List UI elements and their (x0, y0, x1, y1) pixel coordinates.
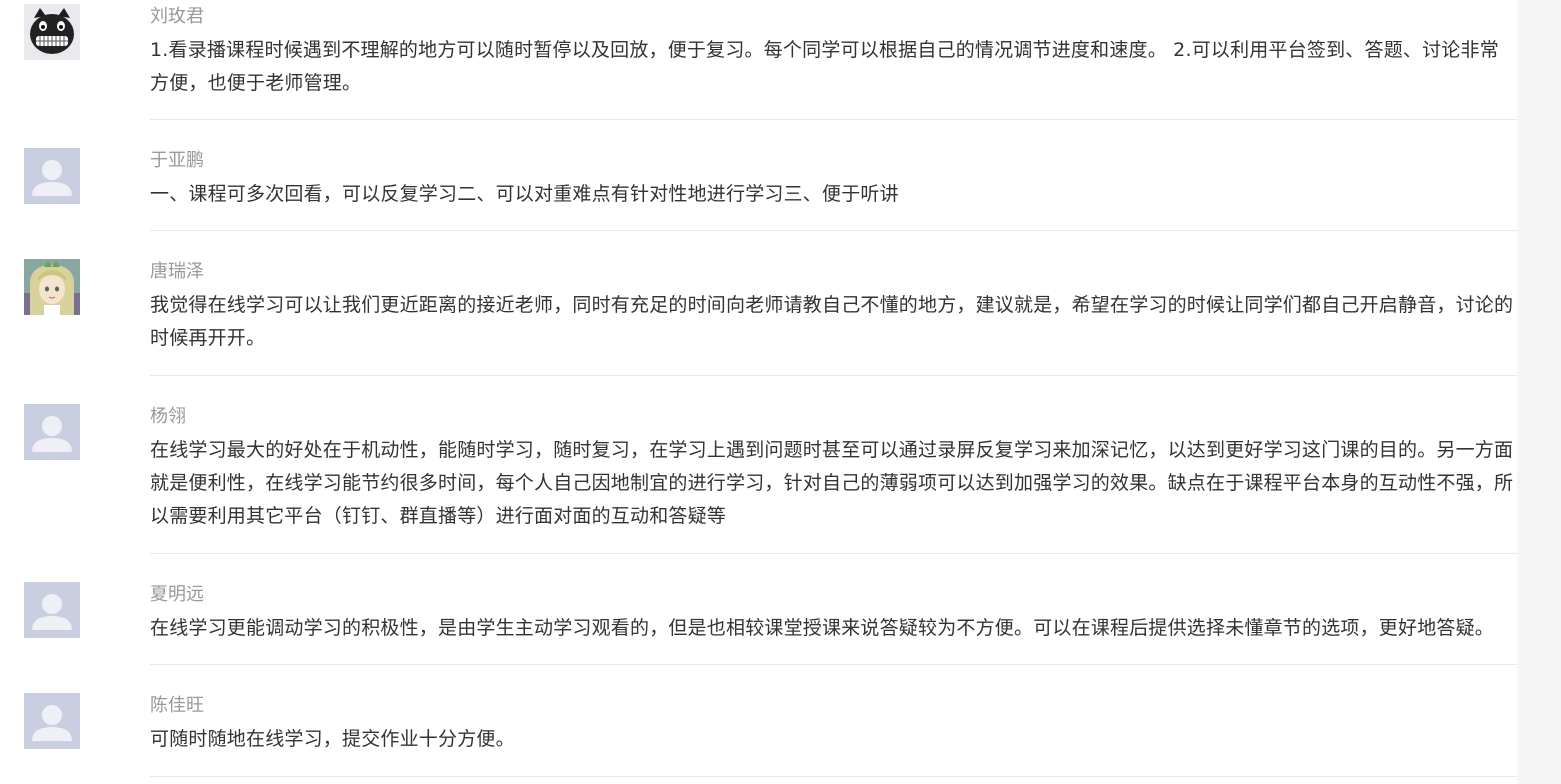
default-person-avatar[interactable] (24, 693, 80, 749)
comment-author[interactable]: 于亚鹏 (150, 148, 204, 174)
comment-content: 可随时随地在线学习，提交作业十分方便。 (150, 728, 515, 750)
anime-character-avatar[interactable] (24, 259, 80, 315)
default-person-avatar[interactable] (24, 582, 80, 638)
black-cat-grin-avatar[interactable] (24, 4, 80, 60)
comment-divider (150, 664, 1517, 665)
default-person-avatar[interactable] (24, 148, 80, 204)
default-person-avatar[interactable] (24, 404, 80, 460)
scrollbar-track[interactable] (1517, 0, 1561, 784)
comment-content: 在线学习更能调动学习的积极性，是由学生主动学习观看的，但是也相较课堂授课来说答疑… (150, 617, 1495, 639)
comment-divider (150, 553, 1517, 554)
comment-content: 一、课程可多次回看，可以反复学习二、可以对重难点有针对性地进行学习三、便于听讲 (150, 183, 899, 205)
default-avatar-icon (24, 693, 80, 749)
default-avatar-icon (24, 582, 80, 638)
comment-content: 我觉得在线学习可以让我们更近距离的接近老师，同时有充足的时间向老师请教自己不懂的… (150, 294, 1514, 349)
comment-divider (150, 375, 1517, 376)
comment-page: 刘玫君 1.看录播课程时候遇到不理解的地方可以随时暂停以及回放，便于复习。每个同… (0, 0, 1561, 784)
avatar-image (24, 4, 80, 60)
avatar-image (24, 259, 80, 315)
comment-divider (150, 119, 1517, 120)
comment-divider (150, 776, 1517, 777)
comment-author[interactable]: 刘玫君 (150, 4, 204, 30)
comment-author[interactable]: 夏明远 (150, 582, 204, 608)
comment-content: 1.看录播课程时候遇到不理解的地方可以随时暂停以及回放，便于复习。每个同学可以根… (150, 39, 1499, 94)
comment-author[interactable]: 杨翎 (150, 404, 186, 430)
comment-author[interactable]: 唐瑞泽 (150, 259, 204, 285)
default-avatar-icon (24, 148, 80, 204)
comment-divider (150, 230, 1517, 231)
comment-author[interactable]: 陈佳旺 (150, 693, 204, 719)
default-avatar-icon (24, 404, 80, 460)
comment-content: 在线学习最大的好处在于机动性，能随时学习，随时复习，在学习上遇到问题时甚至可以通… (150, 439, 1514, 527)
